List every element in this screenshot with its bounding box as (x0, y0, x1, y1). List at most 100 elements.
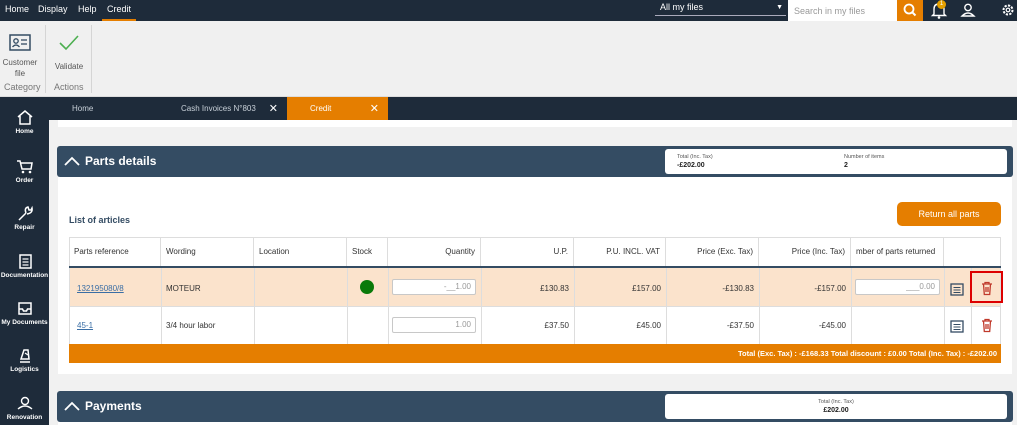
col-location[interactable]: Location (254, 237, 347, 267)
totals-bar: Total (Exc. Tax) : -£168.33 Total discou… (69, 344, 1001, 363)
col-pu-incl-vat[interactable]: P.U. INCL. VAT (574, 237, 666, 267)
sidebar-label: Logistics (10, 366, 39, 373)
clipboard-icon (950, 320, 964, 333)
sidebar-item-repair[interactable]: Repair (0, 205, 49, 231)
col-price-exc-tax[interactable]: Price (Exc. Tax) (666, 237, 759, 267)
part-details-button[interactable] (949, 282, 965, 301)
sidebar-label: Home (15, 128, 34, 135)
parts-returned-input[interactable]: ___0.00 (855, 279, 940, 295)
close-icon[interactable]: ✕ (269, 97, 278, 121)
top-menu-bar: Home Display Help Credit All my files ▼ S… (0, 0, 1017, 21)
wrench-icon (17, 205, 33, 221)
row-divider (69, 306, 1001, 307)
tab-label: Cash Invoices N°803 (181, 104, 256, 113)
tab-bar: Home Cash Invoices N°803 ✕ Credit ✕ (49, 97, 1017, 120)
chevron-up-icon (64, 156, 80, 166)
part-price-inc-tax: -£157.00 (814, 284, 846, 293)
payments-header[interactable]: Payments Total (Inc. Tax) £202.00 (57, 391, 1013, 422)
close-icon[interactable]: ✕ (370, 97, 379, 121)
search-input[interactable]: Search in my files (788, 0, 897, 21)
payments-summary: Total (Inc. Tax) £202.00 (665, 394, 1007, 419)
gear-icon (1002, 4, 1014, 16)
ribbon-separator (91, 25, 92, 93)
renovation-icon (17, 396, 32, 410)
validate-button[interactable]: Validate (49, 33, 89, 72)
file-filter-select[interactable]: All my files ▼ (655, 0, 786, 16)
parts-details-header[interactable]: Parts details Total (Inc. Tax) -£202.00 N… (57, 146, 1013, 177)
ribbon: Customer file Category Validate Actions (0, 21, 1017, 97)
validate-label: Validate (54, 62, 84, 71)
sidebar-item-renovation[interactable]: Renovation (0, 395, 49, 421)
parts-total: Total (Inc. Tax) -£202.00 (677, 154, 713, 169)
part-details-button[interactable] (949, 319, 965, 338)
inbox-icon (17, 302, 32, 315)
part-wording: 3/4 hour labor (166, 321, 216, 330)
settings-button[interactable] (997, 0, 1017, 21)
parts-summary: Total (Inc. Tax) -£202.00 Number of items… (665, 149, 1007, 174)
menu-display[interactable]: Display (33, 0, 73, 21)
payments-title: Payments (85, 399, 142, 413)
panel-top (58, 120, 1012, 127)
part-unit-price: £37.50 (544, 321, 569, 330)
caret-down-icon: ▼ (776, 4, 783, 11)
parts-count-label: Number of items (844, 154, 885, 160)
sidebar-item-home[interactable]: Home (0, 109, 49, 135)
parts-details-title: Parts details (85, 154, 157, 168)
part-unit-price: £130.83 (540, 284, 569, 293)
sidebar-label: Order (15, 177, 34, 184)
menu-help[interactable]: Help (73, 0, 102, 21)
quantity-input[interactable]: -__1.00 (392, 279, 476, 295)
sidebar-label: Documentation (0, 272, 49, 279)
sidebar-item-my-documents[interactable]: My Documents (0, 300, 49, 326)
search-icon (903, 3, 917, 17)
notification-badge: 1 (937, 0, 946, 9)
sidebar-item-documentation[interactable]: Documentation (0, 253, 49, 279)
sidebar-label: Repair (14, 224, 35, 231)
col-parts-reference[interactable]: Parts reference (69, 237, 161, 267)
cart-icon (16, 160, 33, 174)
sidebar-label: Renovation (6, 414, 43, 421)
sidebar-item-order[interactable]: Order (0, 159, 49, 184)
quantity-input[interactable]: 1.00 (392, 317, 476, 333)
part-price-exc-tax: -£130.83 (722, 284, 754, 293)
ribbon-separator (45, 25, 46, 93)
tab-home[interactable]: Home (49, 97, 158, 120)
user-button[interactable] (957, 0, 979, 21)
tab-credit[interactable]: Credit ✕ (287, 97, 388, 120)
return-all-parts-button[interactable]: Return all parts (897, 202, 1001, 226)
tab-cash-invoices[interactable]: Cash Invoices N°803 ✕ (158, 97, 287, 120)
delete-row-button[interactable] (979, 318, 995, 338)
part-price-exc-tax: -£37.50 (726, 321, 754, 330)
sidebar-item-logistics[interactable]: Logistics (0, 347, 49, 373)
part-pu-incl-vat: £157.00 (632, 284, 661, 293)
document-icon (18, 254, 32, 269)
list-of-articles-title: List of articles (69, 215, 131, 225)
part-price-inc-tax: -£45.00 (818, 321, 846, 330)
col-stock[interactable]: Stock (347, 237, 388, 267)
stock-status-indicator (360, 280, 374, 294)
parts-total-value: -£202.00 (677, 162, 705, 169)
customer-file-button[interactable]: Customer file (0, 31, 40, 79)
sidebar-label: My Documents (1, 319, 48, 326)
part-reference-link[interactable]: 132195080/8 (72, 284, 129, 293)
part-pu-incl-vat: £45.00 (636, 321, 661, 330)
search-button[interactable] (897, 0, 923, 21)
highlight-box (970, 271, 1003, 303)
part-reference-link[interactable]: 45-1 (72, 321, 98, 330)
payments-total-value: £202.00 (823, 407, 849, 414)
col-price-inc-tax[interactable]: Price (Inc. Tax) (759, 237, 851, 267)
ribbon-group-actions: Actions (54, 82, 84, 92)
chevron-up-icon (64, 401, 80, 411)
tab-label: Credit (310, 104, 332, 113)
sidebar: Home Order Repair Documentation My Docum… (0, 97, 49, 425)
col-wording[interactable]: Wording (161, 237, 254, 267)
menu-credit[interactable]: Credit (102, 0, 137, 21)
menu-home[interactable]: Home (0, 0, 34, 21)
parts-total-label: Total (Inc. Tax) (677, 154, 713, 160)
part-wording: MOTEUR (166, 284, 201, 293)
id-card-icon (9, 34, 31, 51)
parts-count: Number of items 2 (844, 154, 884, 169)
col-quantity[interactable]: Quantity (388, 237, 481, 267)
col-parts-returned[interactable]: mber of parts returned (851, 237, 944, 267)
col-unit-price[interactable]: U.P. (481, 237, 574, 267)
